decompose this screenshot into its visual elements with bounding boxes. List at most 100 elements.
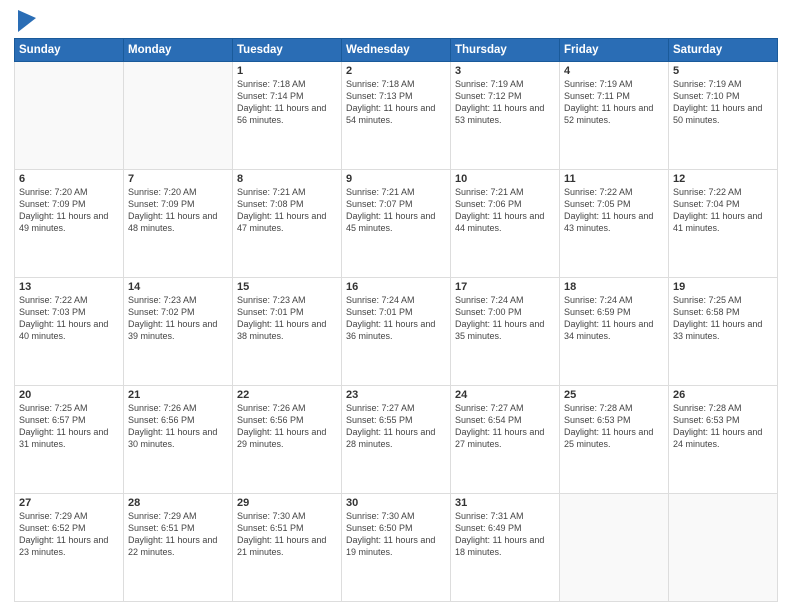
day-info: Sunrise: 7:21 AMSunset: 7:06 PMDaylight:…	[455, 186, 555, 235]
calendar-cell: 2Sunrise: 7:18 AMSunset: 7:13 PMDaylight…	[342, 62, 451, 170]
day-number: 12	[673, 173, 773, 185]
calendar-cell: 9Sunrise: 7:21 AMSunset: 7:07 PMDaylight…	[342, 170, 451, 278]
calendar-cell: 26Sunrise: 7:28 AMSunset: 6:53 PMDayligh…	[669, 386, 778, 494]
calendar-cell: 29Sunrise: 7:30 AMSunset: 6:51 PMDayligh…	[233, 494, 342, 602]
day-info: Sunrise: 7:30 AMSunset: 6:51 PMDaylight:…	[237, 510, 337, 559]
calendar-cell: 19Sunrise: 7:25 AMSunset: 6:58 PMDayligh…	[669, 278, 778, 386]
day-info: Sunrise: 7:20 AMSunset: 7:09 PMDaylight:…	[128, 186, 228, 235]
day-number: 14	[128, 281, 228, 293]
day-info: Sunrise: 7:29 AMSunset: 6:52 PMDaylight:…	[19, 510, 119, 559]
day-number: 16	[346, 281, 446, 293]
page: SundayMondayTuesdayWednesdayThursdayFrid…	[0, 0, 792, 612]
day-info: Sunrise: 7:19 AMSunset: 7:11 PMDaylight:…	[564, 78, 664, 127]
calendar-cell	[560, 494, 669, 602]
calendar-table: SundayMondayTuesdayWednesdayThursdayFrid…	[14, 38, 778, 602]
calendar-cell: 1Sunrise: 7:18 AMSunset: 7:14 PMDaylight…	[233, 62, 342, 170]
calendar-cell: 4Sunrise: 7:19 AMSunset: 7:11 PMDaylight…	[560, 62, 669, 170]
col-header-sunday: Sunday	[15, 39, 124, 62]
day-info: Sunrise: 7:24 AMSunset: 7:01 PMDaylight:…	[346, 294, 446, 343]
logo-icon	[18, 10, 36, 32]
col-header-saturday: Saturday	[669, 39, 778, 62]
calendar-cell: 24Sunrise: 7:27 AMSunset: 6:54 PMDayligh…	[451, 386, 560, 494]
day-number: 10	[455, 173, 555, 185]
day-info: Sunrise: 7:31 AMSunset: 6:49 PMDaylight:…	[455, 510, 555, 559]
day-number: 25	[564, 389, 664, 401]
day-info: Sunrise: 7:21 AMSunset: 7:07 PMDaylight:…	[346, 186, 446, 235]
day-info: Sunrise: 7:23 AMSunset: 7:02 PMDaylight:…	[128, 294, 228, 343]
col-header-friday: Friday	[560, 39, 669, 62]
day-info: Sunrise: 7:24 AMSunset: 6:59 PMDaylight:…	[564, 294, 664, 343]
calendar-cell: 13Sunrise: 7:22 AMSunset: 7:03 PMDayligh…	[15, 278, 124, 386]
day-number: 18	[564, 281, 664, 293]
day-number: 8	[237, 173, 337, 185]
col-header-thursday: Thursday	[451, 39, 560, 62]
calendar-cell: 15Sunrise: 7:23 AMSunset: 7:01 PMDayligh…	[233, 278, 342, 386]
calendar-cell: 23Sunrise: 7:27 AMSunset: 6:55 PMDayligh…	[342, 386, 451, 494]
calendar-cell: 20Sunrise: 7:25 AMSunset: 6:57 PMDayligh…	[15, 386, 124, 494]
calendar-cell: 5Sunrise: 7:19 AMSunset: 7:10 PMDaylight…	[669, 62, 778, 170]
calendar-cell: 3Sunrise: 7:19 AMSunset: 7:12 PMDaylight…	[451, 62, 560, 170]
calendar-week-0: 1Sunrise: 7:18 AMSunset: 7:14 PMDaylight…	[15, 62, 778, 170]
calendar-cell: 8Sunrise: 7:21 AMSunset: 7:08 PMDaylight…	[233, 170, 342, 278]
calendar-cell: 28Sunrise: 7:29 AMSunset: 6:51 PMDayligh…	[124, 494, 233, 602]
calendar-cell: 31Sunrise: 7:31 AMSunset: 6:49 PMDayligh…	[451, 494, 560, 602]
day-number: 27	[19, 497, 119, 509]
day-number: 4	[564, 65, 664, 77]
calendar-cell: 27Sunrise: 7:29 AMSunset: 6:52 PMDayligh…	[15, 494, 124, 602]
day-number: 31	[455, 497, 555, 509]
day-info: Sunrise: 7:22 AMSunset: 7:04 PMDaylight:…	[673, 186, 773, 235]
day-info: Sunrise: 7:30 AMSunset: 6:50 PMDaylight:…	[346, 510, 446, 559]
calendar-header-row: SundayMondayTuesdayWednesdayThursdayFrid…	[15, 39, 778, 62]
day-number: 2	[346, 65, 446, 77]
day-info: Sunrise: 7:21 AMSunset: 7:08 PMDaylight:…	[237, 186, 337, 235]
col-header-wednesday: Wednesday	[342, 39, 451, 62]
day-info: Sunrise: 7:20 AMSunset: 7:09 PMDaylight:…	[19, 186, 119, 235]
calendar-cell: 11Sunrise: 7:22 AMSunset: 7:05 PMDayligh…	[560, 170, 669, 278]
day-number: 21	[128, 389, 228, 401]
calendar-week-3: 20Sunrise: 7:25 AMSunset: 6:57 PMDayligh…	[15, 386, 778, 494]
col-header-tuesday: Tuesday	[233, 39, 342, 62]
day-number: 26	[673, 389, 773, 401]
col-header-monday: Monday	[124, 39, 233, 62]
day-info: Sunrise: 7:22 AMSunset: 7:05 PMDaylight:…	[564, 186, 664, 235]
logo	[14, 10, 36, 32]
calendar-cell	[15, 62, 124, 170]
day-info: Sunrise: 7:23 AMSunset: 7:01 PMDaylight:…	[237, 294, 337, 343]
day-number: 13	[19, 281, 119, 293]
day-info: Sunrise: 7:18 AMSunset: 7:13 PMDaylight:…	[346, 78, 446, 127]
calendar-cell	[669, 494, 778, 602]
day-info: Sunrise: 7:25 AMSunset: 6:57 PMDaylight:…	[19, 402, 119, 451]
calendar-cell: 14Sunrise: 7:23 AMSunset: 7:02 PMDayligh…	[124, 278, 233, 386]
day-number: 6	[19, 173, 119, 185]
calendar-cell	[124, 62, 233, 170]
day-number: 11	[564, 173, 664, 185]
calendar-week-1: 6Sunrise: 7:20 AMSunset: 7:09 PMDaylight…	[15, 170, 778, 278]
day-number: 17	[455, 281, 555, 293]
day-number: 24	[455, 389, 555, 401]
day-number: 29	[237, 497, 337, 509]
day-number: 30	[346, 497, 446, 509]
day-number: 15	[237, 281, 337, 293]
calendar-cell: 6Sunrise: 7:20 AMSunset: 7:09 PMDaylight…	[15, 170, 124, 278]
calendar-cell: 10Sunrise: 7:21 AMSunset: 7:06 PMDayligh…	[451, 170, 560, 278]
day-info: Sunrise: 7:25 AMSunset: 6:58 PMDaylight:…	[673, 294, 773, 343]
day-number: 20	[19, 389, 119, 401]
calendar-cell: 17Sunrise: 7:24 AMSunset: 7:00 PMDayligh…	[451, 278, 560, 386]
calendar-week-2: 13Sunrise: 7:22 AMSunset: 7:03 PMDayligh…	[15, 278, 778, 386]
header	[14, 10, 778, 32]
day-info: Sunrise: 7:19 AMSunset: 7:12 PMDaylight:…	[455, 78, 555, 127]
day-number: 5	[673, 65, 773, 77]
day-number: 7	[128, 173, 228, 185]
day-number: 28	[128, 497, 228, 509]
calendar-cell: 22Sunrise: 7:26 AMSunset: 6:56 PMDayligh…	[233, 386, 342, 494]
calendar-cell: 16Sunrise: 7:24 AMSunset: 7:01 PMDayligh…	[342, 278, 451, 386]
calendar-cell: 21Sunrise: 7:26 AMSunset: 6:56 PMDayligh…	[124, 386, 233, 494]
calendar-cell: 18Sunrise: 7:24 AMSunset: 6:59 PMDayligh…	[560, 278, 669, 386]
day-info: Sunrise: 7:28 AMSunset: 6:53 PMDaylight:…	[673, 402, 773, 451]
day-info: Sunrise: 7:27 AMSunset: 6:54 PMDaylight:…	[455, 402, 555, 451]
day-info: Sunrise: 7:29 AMSunset: 6:51 PMDaylight:…	[128, 510, 228, 559]
day-info: Sunrise: 7:19 AMSunset: 7:10 PMDaylight:…	[673, 78, 773, 127]
day-number: 1	[237, 65, 337, 77]
day-info: Sunrise: 7:28 AMSunset: 6:53 PMDaylight:…	[564, 402, 664, 451]
day-info: Sunrise: 7:27 AMSunset: 6:55 PMDaylight:…	[346, 402, 446, 451]
